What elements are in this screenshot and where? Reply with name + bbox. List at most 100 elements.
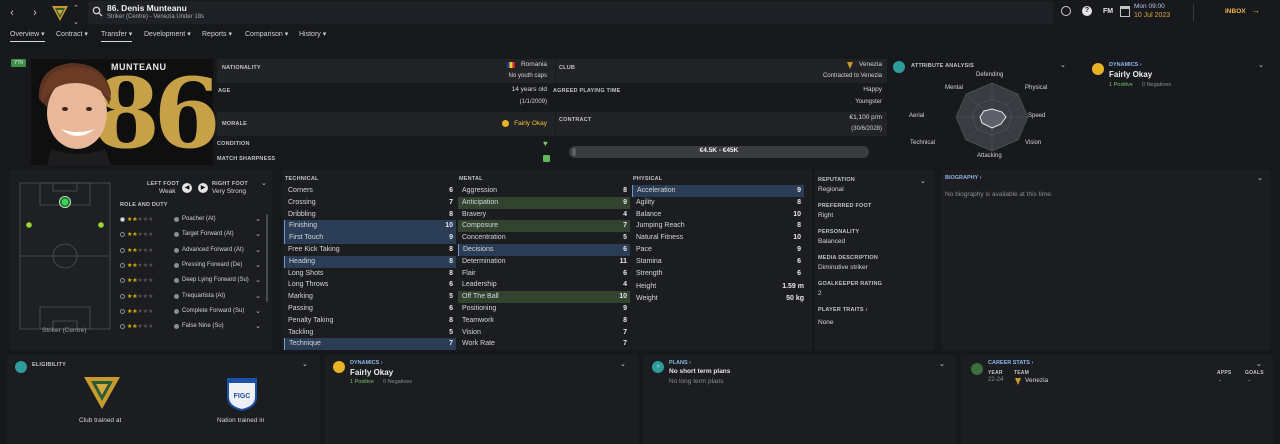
back-icon[interactable]: ‹ [5, 6, 19, 20]
attribute-row[interactable]: Penalty Taking 8 [284, 315, 456, 327]
fm-menu[interactable]: FM [1103, 8, 1113, 15]
chevron-down-icon[interactable]: ⌄ [302, 360, 308, 368]
world-icon[interactable] [1061, 6, 1071, 16]
attribute-row[interactable]: Crossing 7 [284, 197, 456, 209]
attribute-row[interactable]: Long Shots 8 [284, 268, 456, 280]
attribute-row[interactable]: Composure 7 [458, 220, 630, 233]
nationality[interactable]: Romania [521, 61, 547, 68]
chevron-down-icon[interactable]: ⌄ [255, 307, 261, 315]
attribute-row[interactable]: Natural Fitness 10 [632, 232, 804, 244]
attribute-row[interactable]: Acceleration 9 [632, 185, 804, 197]
attribute-row[interactable]: Passing 6 [284, 303, 456, 315]
chevron-down-icon[interactable]: ⌄ [1258, 61, 1264, 69]
attribute-row[interactable]: Stamina 6 [632, 256, 804, 268]
chevron-down-icon[interactable]: ⌄ [1257, 174, 1263, 182]
tab-history[interactable]: History ▾ [299, 30, 326, 38]
chevron-down-icon[interactable]: ⌄ [255, 276, 261, 284]
attribute-row[interactable]: Agility 8 [632, 197, 804, 209]
attribute-row[interactable]: Determination 11 [458, 256, 630, 268]
chevron-down-icon[interactable]: ⌄ [261, 179, 267, 187]
attribute-row[interactable]: Vision 7 [458, 327, 630, 339]
info-icon[interactable] [174, 278, 179, 284]
chevron-down-icon[interactable]: ⌄ [255, 230, 261, 238]
morale[interactable]: Fairly Okay [514, 120, 547, 127]
attribute-row[interactable]: Long Throws 6 [284, 279, 456, 291]
attribute-row[interactable]: Jumping Reach 8 [632, 220, 804, 232]
club-switch-icon[interactable]: ⌃ ⌄ [69, 2, 83, 26]
help-icon[interactable]: ? [1082, 6, 1092, 16]
attribute-row[interactable]: Aggression 8 [458, 185, 630, 197]
attribute-row[interactable]: Decisions 6 [458, 244, 630, 256]
attribute-row[interactable]: Concentration 5 [458, 232, 630, 244]
dynamics-link[interactable]: DYNAMICS › [350, 360, 383, 366]
chevron-down-icon[interactable]: ⌄ [620, 360, 626, 368]
chevron-down-icon[interactable]: ⌄ [255, 292, 261, 300]
attribute-row[interactable]: Anticipation 9 [458, 196, 630, 209]
attribute-row[interactable]: Free Kick Taking 8 [284, 244, 456, 256]
chevron-down-icon[interactable]: ⌄ [255, 322, 261, 330]
continue-arrow-icon[interactable]: → [1251, 5, 1260, 15]
role-radio[interactable] [120, 324, 125, 330]
role-radio[interactable] [120, 293, 125, 299]
forward-icon[interactable]: › [28, 6, 42, 20]
attribute-row[interactable]: Strength 6 [632, 268, 804, 280]
tab-overview[interactable]: Overview ▾ [10, 30, 45, 42]
info-icon[interactable] [174, 293, 179, 299]
info-icon[interactable] [174, 324, 179, 330]
chevron-down-icon[interactable]: ⌄ [1256, 360, 1262, 368]
attribute-row[interactable]: Leadership 4 [458, 279, 630, 291]
role-row[interactable]: ★✬★★★ Target Forward (At) ⌄ [120, 230, 265, 245]
role-row[interactable]: ★✬★★★ Pressing Forward (De) ⌄ [120, 261, 265, 276]
tab-development[interactable]: Development ▾ [144, 30, 191, 38]
attribute-row[interactable]: Balance 10 [632, 209, 804, 221]
inbox-button[interactable]: INBOX [1225, 8, 1246, 15]
biography-link[interactable]: BIOGRAPHY › [945, 175, 982, 181]
chevron-down-icon[interactable]: ⌄ [920, 177, 926, 185]
tab-comparison[interactable]: Comparison ▾ [245, 30, 288, 38]
attribute-row[interactable]: Dribbling 8 [284, 209, 456, 221]
role-row[interactable]: ★✬★★★ Poacher (At) ⌄ [120, 215, 265, 230]
plans-link[interactable]: PLANS › [669, 360, 691, 366]
attribute-row[interactable]: Pace 9 [632, 244, 804, 256]
info-icon[interactable] [174, 262, 179, 268]
attribute-row[interactable]: Heading 8 [284, 255, 456, 268]
club[interactable]: Venezia [859, 61, 882, 68]
search-icon[interactable] [92, 6, 103, 17]
attribute-row[interactable]: Corners 6 [284, 185, 456, 197]
career-row[interactable]: 22-24 Venezia - - [961, 375, 1273, 387]
role-row[interactable]: ★✬★★★ Deep Lying Forward (Su) ⌄ [120, 276, 265, 291]
role-row[interactable]: ★✬★★★ Trequartista (At) ⌄ [120, 292, 265, 307]
role-radio[interactable] [120, 308, 125, 314]
role-radio[interactable] [120, 247, 125, 253]
wage[interactable]: €1,100 p/m [849, 114, 882, 121]
tab-transfer[interactable]: Transfer ▾ [101, 30, 133, 42]
info-icon[interactable] [174, 308, 179, 314]
player-traits-link[interactable]: PLAYER TRAITS › [818, 307, 868, 313]
club-crest-icon[interactable] [50, 3, 70, 23]
role-row[interactable]: ★✬★★★ Complete Forward (Su) ⌄ [120, 307, 265, 322]
attribute-row[interactable]: Bravery 4 [458, 209, 630, 221]
dynamics-link[interactable]: DYNAMICS › [1109, 62, 1142, 68]
attribute-row[interactable]: Teamwork 8 [458, 315, 630, 327]
attribute-row[interactable]: Flair 6 [458, 268, 630, 280]
attribute-row[interactable]: Tackling 5 [284, 327, 456, 339]
info-icon[interactable] [174, 232, 179, 238]
chevron-down-icon[interactable]: ⌄ [255, 246, 261, 254]
career-team[interactable]: Venezia [1025, 377, 1048, 384]
attribute-row[interactable]: Off The Ball 10 [458, 291, 630, 303]
role-radio[interactable] [120, 232, 125, 238]
role-radio[interactable] [120, 217, 125, 222]
attribute-row[interactable]: Finishing 10 [284, 220, 456, 233]
role-radio[interactable] [120, 262, 125, 268]
attribute-row[interactable]: Marking 5 [284, 291, 456, 303]
chevron-down-icon[interactable]: ⌄ [939, 360, 945, 368]
chevron-down-icon[interactable]: ⌄ [1060, 61, 1066, 69]
tab-reports[interactable]: Reports ▾ [202, 30, 232, 38]
info-icon[interactable] [174, 217, 179, 222]
attribute-row[interactable]: Positioning 9 [458, 303, 630, 315]
info-icon[interactable] [174, 247, 179, 253]
chevron-down-icon[interactable]: ⌄ [255, 215, 261, 223]
attribute-row[interactable]: First Touch 9 [284, 232, 456, 244]
chevron-down-icon[interactable]: ⌄ [255, 261, 261, 269]
role-row[interactable]: ★✬★★★ False Nine (Su) ⌄ [120, 322, 265, 337]
